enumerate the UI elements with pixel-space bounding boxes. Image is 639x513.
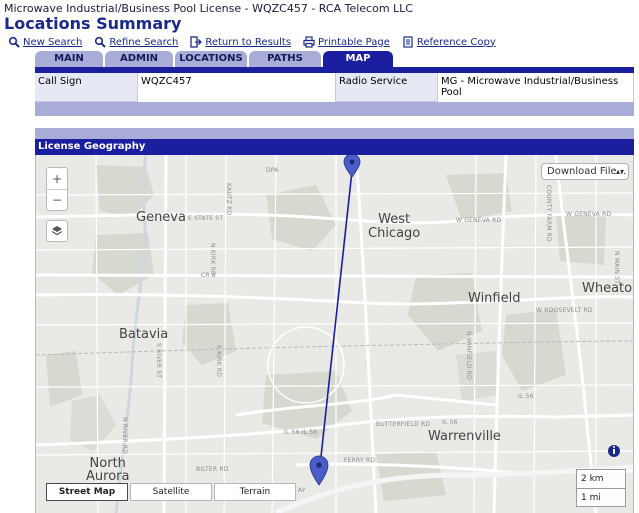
refine-search-label: Refine Search <box>109 36 179 48</box>
road-label-ferry-rd: FERRY RD <box>344 457 376 464</box>
satellite-button[interactable]: Satellite <box>130 483 212 501</box>
reference-copy-link[interactable]: Reference Copy <box>402 35 496 49</box>
road-label-n-main-st: N MAIN ST <box>613 251 620 285</box>
tab-admin[interactable]: ADMIN <box>105 51 173 67</box>
road-label-butterfield-rd: BUTTERFIELD RD <box>376 421 431 428</box>
map-view[interactable]: Geneva West Chicago Winfield Wheator Bat… <box>35 155 634 513</box>
road-label-s-kirk-rd: S KIRK RD <box>215 345 222 378</box>
radio-service-label: Radio Service <box>339 76 408 87</box>
summary-footer-band <box>35 102 634 116</box>
download-file-select[interactable]: Download File... ▴▾ <box>541 163 629 180</box>
place-label-winfield: Winfield <box>468 291 521 306</box>
tab-paths[interactable]: PATHS <box>249 51 321 67</box>
printable-page-link[interactable]: Printable Page <box>303 35 390 49</box>
place-label-geneva: Geneva <box>136 210 186 225</box>
scale-mi: 1 mi <box>581 493 601 503</box>
scale-km: 2 km <box>577 470 625 489</box>
action-links: New Search Refine Search Return to Resul… <box>8 35 496 49</box>
place-label-north-aurora: North Aurora <box>86 456 130 484</box>
tab-locations[interactable]: LOCATIONS <box>175 51 247 67</box>
road-label-il56-1: IL 56 <box>442 419 458 426</box>
road-label-s-river-st: S RIVER ST <box>155 343 162 379</box>
place-label-batavia: Batavia <box>119 327 169 342</box>
tab-map[interactable]: MAP <box>323 51 393 67</box>
printer-icon <box>303 36 315 48</box>
rx-site-marker[interactable] <box>309 455 329 486</box>
search-icon <box>8 36 20 48</box>
terrain-button[interactable]: Terrain <box>214 483 296 501</box>
section-top-band <box>35 128 634 139</box>
new-search-link[interactable]: New Search <box>8 35 82 49</box>
road-label-kautz-rd: KAUTZ RD <box>225 183 232 216</box>
page-title: Locations Summary <box>4 14 182 33</box>
street-map-button[interactable]: Street Map <box>46 483 128 501</box>
place-label-warrenville: Warrenville <box>428 429 501 444</box>
info-icon[interactable] <box>608 445 620 457</box>
printable-page-label: Printable Page <box>318 36 390 48</box>
road-label-w-geneva-rd-1: W GENEVA RD <box>456 217 502 224</box>
chevron-updown-icon: ▴▾ <box>615 167 624 176</box>
zoom-control: + − <box>46 167 68 211</box>
return-icon <box>190 36 203 48</box>
download-file-label: Download File... <box>547 166 627 177</box>
road-label-n-kirk-rd: N KIRK RD <box>209 243 216 276</box>
road-label-county-farm-rd: COUNTY FARM RD <box>545 185 552 242</box>
call-sign-label: Call Sign <box>38 76 82 87</box>
return-to-results-label: Return to Results <box>205 36 292 48</box>
road-label-ay: AY <box>298 487 306 494</box>
map-scale: 2 km 1 mi <box>576 469 626 507</box>
refine-search-link[interactable]: Refine Search <box>94 35 178 49</box>
zoom-in-button[interactable]: + <box>47 168 67 190</box>
call-sign-value: WQZC457 <box>137 73 336 102</box>
radio-service-value: MG - Microwave Industrial/Business Pool <box>437 73 634 102</box>
reference-copy-label: Reference Copy <box>416 36 496 48</box>
place-label-wheaton: Wheator <box>582 281 634 296</box>
zoom-out-button[interactable]: − <box>47 190 67 211</box>
road-label-bilter-rd: BILTER RD <box>196 466 229 473</box>
road-label-n-river-rd: N RIVER RD <box>121 417 128 455</box>
document-icon <box>403 36 413 48</box>
new-search-label: New Search <box>23 36 83 48</box>
return-to-results-link[interactable]: Return to Results <box>190 35 291 49</box>
road-label-winfield-rd: N WINFIELD RD <box>465 331 472 380</box>
road-label-il56-3: IL 56 IL 56 <box>284 429 318 436</box>
place-label-west-chicago: West Chicago <box>368 212 421 241</box>
tab-bar: MAIN ADMIN LOCATIONS PATHS MAP <box>35 51 634 67</box>
road-label-e-state-st: E STATE ST <box>188 215 224 222</box>
road-label-dpa: DPA <box>266 167 279 174</box>
road-label-w-geneva-rd-2: W GENEVA RD <box>566 211 612 218</box>
layers-button[interactable] <box>46 220 68 242</box>
section-header: License Geography <box>35 139 634 155</box>
road-label-il56-2: IL 56 <box>518 393 534 400</box>
tab-main[interactable]: MAIN <box>35 51 103 67</box>
summary-row: Call Sign WQZC457 Radio Service MG - Mic… <box>35 73 634 102</box>
search-icon <box>95 36 107 48</box>
layers-icon <box>51 226 63 236</box>
road-label-w-roosevelt-rd: W ROOSEVELT RD <box>536 307 593 314</box>
